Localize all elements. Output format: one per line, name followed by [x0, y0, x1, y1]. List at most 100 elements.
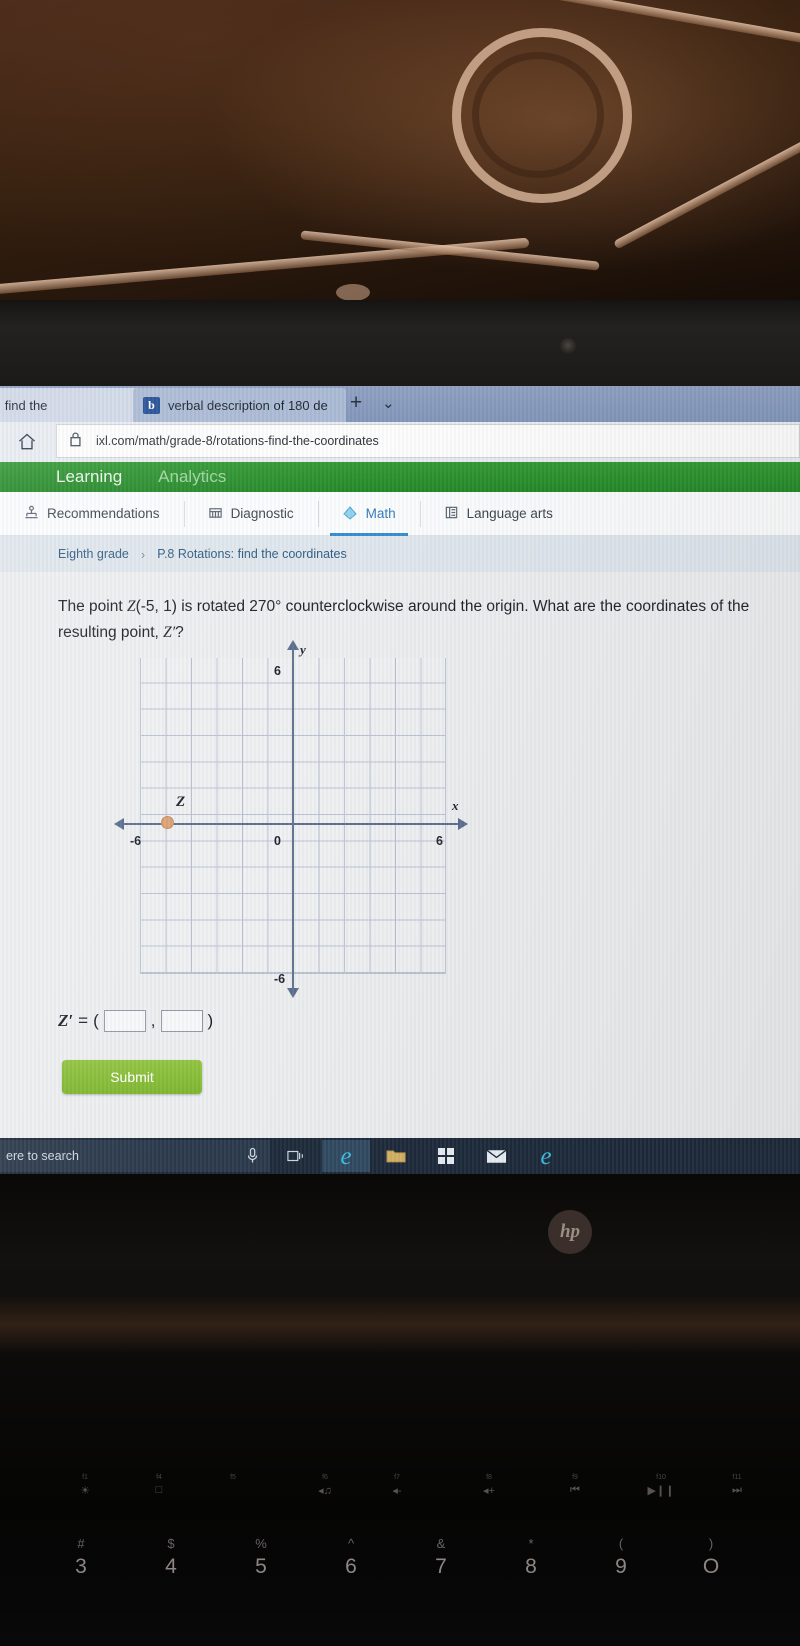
screenshot-root: otations: find the ✕ b verbal descriptio…	[0, 0, 800, 1646]
key-symbol: #	[77, 1536, 85, 1551]
coiled-cable-inner	[472, 52, 604, 178]
key-f1[interactable]: f1 ☀	[48, 1474, 122, 1497]
taskbar-item-file-explorer[interactable]	[372, 1140, 420, 1172]
fn-label: f8	[486, 1474, 492, 1481]
tab-label: Language arts	[466, 506, 553, 521]
y-axis-arrow-up	[287, 640, 299, 650]
x-axis-arrow-right	[458, 818, 468, 830]
answer-comma: ,	[150, 1011, 156, 1030]
tab-math[interactable]: Math	[317, 492, 420, 536]
x-tick-right: 6	[436, 834, 443, 848]
question-line1-a: The point	[58, 598, 127, 615]
key-symbol: ^	[347, 1536, 355, 1551]
answer-equals: =	[78, 1011, 89, 1030]
key-f6[interactable]: f6 ◂♫	[288, 1474, 362, 1497]
volume-up-icon: ◂+	[483, 1485, 495, 1497]
submit-button[interactable]: Submit	[62, 1060, 202, 1094]
url-input[interactable]: ixl.com/math/grade-8/rotations-find-the-…	[56, 424, 800, 458]
tab-label: Diagnostic	[230, 506, 294, 521]
x-tick-origin: 0	[274, 834, 281, 848]
key-3[interactable]: #3	[42, 1536, 120, 1579]
nav-learning[interactable]: Learning	[56, 467, 122, 487]
key-f10[interactable]: f10 ▶❙❙	[624, 1474, 698, 1497]
answer-row: Z′ = ( , )	[58, 1010, 213, 1032]
previous-track-icon: ⏮	[570, 1484, 580, 1496]
book-icon	[444, 505, 459, 522]
x-tick-left: -6	[130, 834, 142, 848]
key-f9[interactable]: f9 ⏮	[538, 1474, 612, 1497]
home-icon[interactable]	[0, 432, 54, 452]
key-9[interactable]: (9	[582, 1536, 660, 1579]
cable-strand	[300, 230, 600, 271]
key-7[interactable]: & 7	[402, 1536, 480, 1579]
key-8[interactable]: * 8	[492, 1536, 570, 1579]
breadcrumb-skill: P.8 Rotations: find the coordinates	[157, 547, 347, 561]
breadcrumb-grade[interactable]: Eighth grade	[58, 547, 129, 561]
key-6[interactable]: ^ 6	[312, 1536, 390, 1579]
taskbar-item-edge-2[interactable]: e	[522, 1140, 570, 1172]
new-tab-button[interactable]: +	[350, 392, 362, 414]
key-f7[interactable]: f7 ◂-	[360, 1474, 434, 1497]
tab-label: Math	[365, 506, 396, 521]
taskbar-item-mail[interactable]	[472, 1140, 520, 1172]
key-0[interactable]: ) O	[672, 1536, 750, 1579]
nav-analytics[interactable]: Analytics	[158, 467, 226, 487]
point-prime-name: Z′	[163, 624, 176, 641]
key-f11[interactable]: f11 ⏭	[700, 1474, 774, 1497]
answer-close-paren: )	[207, 1011, 214, 1030]
key-digit: 4	[165, 1555, 177, 1578]
answer-y-input[interactable]	[160, 1010, 203, 1032]
chevron-right-icon: ›	[140, 546, 146, 562]
url-text: ixl.com/math/grade-8/rotations-find-the-…	[96, 434, 379, 448]
key-4[interactable]: $4	[132, 1536, 210, 1579]
key-f4[interactable]: f4 □	[122, 1474, 196, 1496]
key-symbol: $	[167, 1536, 175, 1551]
fn-label: f4	[156, 1474, 162, 1481]
taskbar-item-edge[interactable]: e	[322, 1140, 370, 1172]
fn-label: f11	[732, 1474, 742, 1481]
microphone-icon[interactable]	[228, 1140, 276, 1172]
key-digit: O	[702, 1555, 720, 1578]
key-5[interactable]: % 5	[222, 1536, 300, 1579]
chevron-down-icon[interactable]: ⌄	[382, 394, 395, 412]
tab-title: otations: find the	[0, 397, 48, 413]
data-point-z-label: Z	[176, 794, 186, 810]
volume-down-icon: ◂-	[392, 1485, 402, 1497]
question-line2-b: ?	[175, 624, 184, 641]
key-f5[interactable]: f5	[196, 1474, 270, 1484]
ixl-top-nav: Learning Analytics	[0, 462, 800, 492]
laptop-top-bezel	[0, 300, 800, 386]
question-text: The point Z(-5, 1) is rotated 270° count…	[58, 594, 774, 646]
answer-x-input[interactable]	[103, 1010, 146, 1032]
question-card: The point Z(-5, 1) is rotated 270° count…	[0, 572, 800, 1174]
math-diamond-icon	[342, 505, 358, 523]
hp-logo: hp	[548, 1210, 592, 1254]
deck-reflection	[0, 1294, 800, 1354]
key-digit: 8	[525, 1555, 537, 1578]
key-f8[interactable]: f8 ◂+	[452, 1474, 526, 1497]
browser-tab-inactive[interactable]: b verbal description of 180 de	[133, 388, 346, 422]
tab-language-arts[interactable]: Language arts	[419, 492, 577, 536]
answer-prefix: Z′	[58, 1011, 74, 1030]
key-symbol: %	[255, 1536, 267, 1551]
key-digit: 7	[435, 1555, 447, 1578]
tab-recommendations[interactable]: Recommendations	[0, 492, 184, 536]
task-view-icon[interactable]	[272, 1140, 320, 1172]
point-name: Z	[126, 598, 136, 615]
key-symbol: )	[708, 1536, 714, 1551]
key-symbol: (	[618, 1536, 624, 1551]
laptop-screen: otations: find the ✕ b verbal descriptio…	[0, 386, 800, 1174]
recommendations-icon	[24, 505, 39, 522]
brightness-icon: ☀	[80, 1485, 90, 1497]
key-digit: 6	[345, 1555, 357, 1578]
play-pause-icon: ▶❙❙	[647, 1485, 675, 1497]
cable-strand	[613, 119, 800, 250]
edge-icon-2: e	[540, 1142, 552, 1170]
x-axis-label: x	[452, 798, 459, 813]
windows-taskbar: ere to search e e	[0, 1138, 800, 1174]
tab-diagnostic[interactable]: Diagnostic	[183, 492, 318, 536]
y-axis	[292, 646, 294, 996]
fn-label: f5	[230, 1474, 236, 1481]
fn-label: f10	[656, 1474, 666, 1481]
taskbar-item-store[interactable]	[422, 1140, 470, 1172]
